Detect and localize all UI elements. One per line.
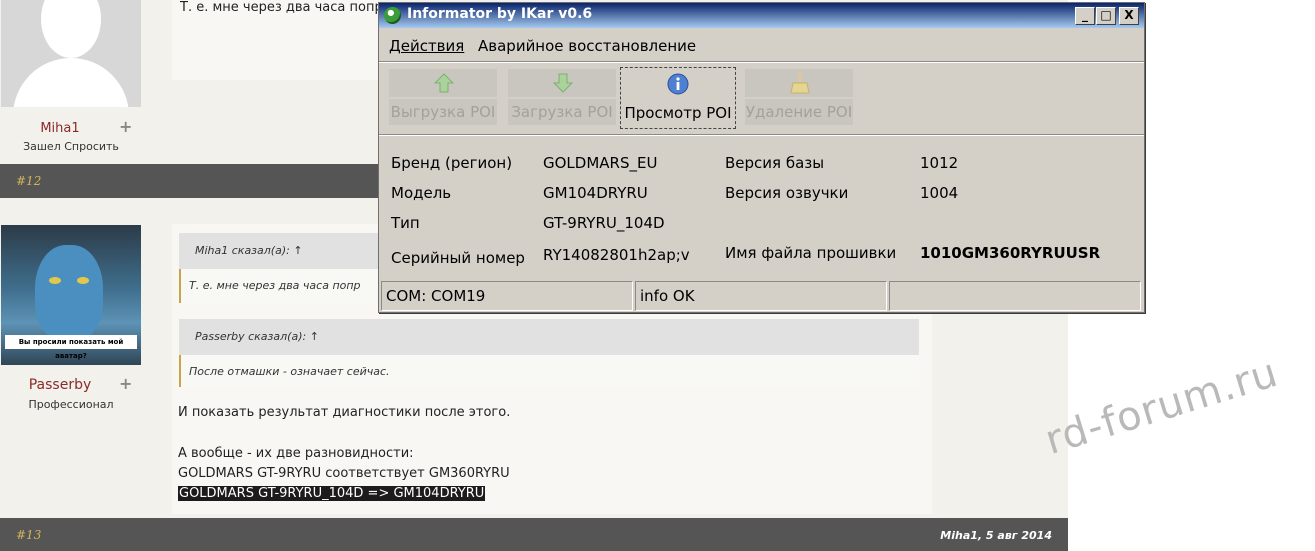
quote-body: Т. е. мне через два часа попр: [179, 269, 379, 303]
minimize-button[interactable]: _: [1075, 7, 1095, 25]
user-rank: Зашел Спросить: [23, 140, 119, 153]
post-text-line: GOLDMARS GT-9RYRU соответствует GM360RYR…: [178, 466, 510, 481]
status-port: COM: COM19: [381, 281, 633, 311]
status-info-text: info OK: [640, 287, 695, 305]
avatar-caption: Вы просили показать мой аватар?: [5, 335, 137, 360]
type-label: Тип: [391, 214, 420, 232]
serial-label: Серийный номер: [391, 249, 525, 267]
plus-icon[interactable]: +: [119, 374, 132, 393]
view-poi-button[interactable]: Просмотр POI: [620, 67, 736, 129]
delete-poi-button[interactable]: Удаление POI: [745, 69, 853, 125]
avatar[interactable]: Вы просили показать мой аватар?: [1, 225, 141, 365]
informator-window: Informator by IKar v0.6 _ □ X Действия А…: [378, 2, 1145, 313]
username-link[interactable]: Miha1: [30, 121, 90, 136]
post-text-line: И показать результат диагностики после э…: [178, 405, 511, 420]
model-value: GM104DRYRU: [543, 184, 648, 202]
quote-header: Miha1 сказал(а): ↑: [179, 233, 379, 269]
app-icon[interactable]: [384, 7, 401, 24]
status-info: info OK: [635, 281, 887, 311]
status-port-text: COM: COM19: [386, 287, 486, 305]
menu-bar: Действия Аварийное восстановление: [379, 32, 1144, 58]
quote-header: Passerby сказал(а): ↑: [179, 319, 919, 355]
db-version-label: Версия базы: [725, 154, 825, 172]
download-poi-button[interactable]: Загрузка POI: [508, 69, 616, 125]
voice-version-value: 1004: [920, 184, 959, 202]
download-poi-label: Загрузка POI: [511, 103, 613, 121]
arrow-down-icon: [552, 73, 574, 93]
post-text-line: А вообще - их две разновидности:: [178, 446, 414, 461]
post-header-bar: #13 Miha1, 5 авг 2014: [0, 518, 1068, 551]
delete-poi-label: Удаление POI: [745, 103, 853, 121]
db-version-value: 1012: [920, 154, 959, 172]
broom-icon: [790, 73, 810, 94]
title-bar[interactable]: Informator by IKar v0.6 _ □ X: [379, 3, 1144, 28]
menu-actions[interactable]: Действия: [389, 37, 464, 55]
plus-icon[interactable]: +: [119, 117, 132, 136]
post-number[interactable]: #12: [16, 174, 41, 188]
upload-poi-button[interactable]: Выгрузка POI: [389, 69, 497, 125]
quote-text: Т. е. мне через два часа попр: [189, 279, 361, 292]
view-poi-label: Просмотр POI: [624, 104, 732, 122]
post-body: Т. е. мне через два часа попр: [172, 0, 383, 80]
model-label: Модель: [391, 184, 452, 202]
quote-text: После отмашки - означает сейчас.: [189, 365, 390, 378]
type-value: GT-9RYRU_104D: [543, 214, 665, 232]
firmware-label: Имя файла прошивки: [725, 244, 897, 262]
serial-value: RY14082801h2ap;v: [543, 246, 690, 264]
upload-poi-label: Выгрузка POI: [390, 103, 496, 121]
quote-body: После отмашки - означает сейчас.: [179, 355, 919, 387]
firmware-value: 1010GM360RYRUUSR: [920, 244, 1101, 262]
voice-version-label: Версия озвучки: [725, 184, 849, 202]
username-link[interactable]: Passerby: [20, 377, 100, 393]
quote-author-link[interactable]: Miha1 сказал(а): ↑: [195, 244, 303, 257]
close-button[interactable]: X: [1119, 7, 1139, 25]
quote-author-link[interactable]: Passerby сказал(а): ↑: [195, 330, 319, 343]
brand-label: Бренд (регион): [391, 154, 513, 172]
window-title: Informator by IKar v0.6: [407, 6, 593, 22]
post-number[interactable]: #13: [16, 528, 41, 542]
status-extra: [889, 281, 1141, 311]
brand-value: GOLDMARS_EU: [543, 154, 658, 172]
maximize-button[interactable]: □: [1096, 7, 1116, 25]
post-meta[interactable]: Miha1, 5 авг 2014: [940, 529, 1052, 542]
arrow-up-icon: [433, 73, 455, 93]
post-text-line-highlighted: GOLDMARS GT-9RYRU_104D => GM104DRYRU: [178, 486, 486, 501]
user-rank: Профессионал: [28, 398, 114, 411]
info-icon: [667, 73, 689, 95]
toolbar-separator: [379, 134, 1144, 136]
menu-separator: [379, 61, 1144, 63]
avatar[interactable]: [1, 0, 141, 107]
post-text: Т. е. мне через два часа попр: [180, 0, 383, 15]
menu-emergency-recovery[interactable]: Аварийное восстановление: [478, 37, 696, 55]
